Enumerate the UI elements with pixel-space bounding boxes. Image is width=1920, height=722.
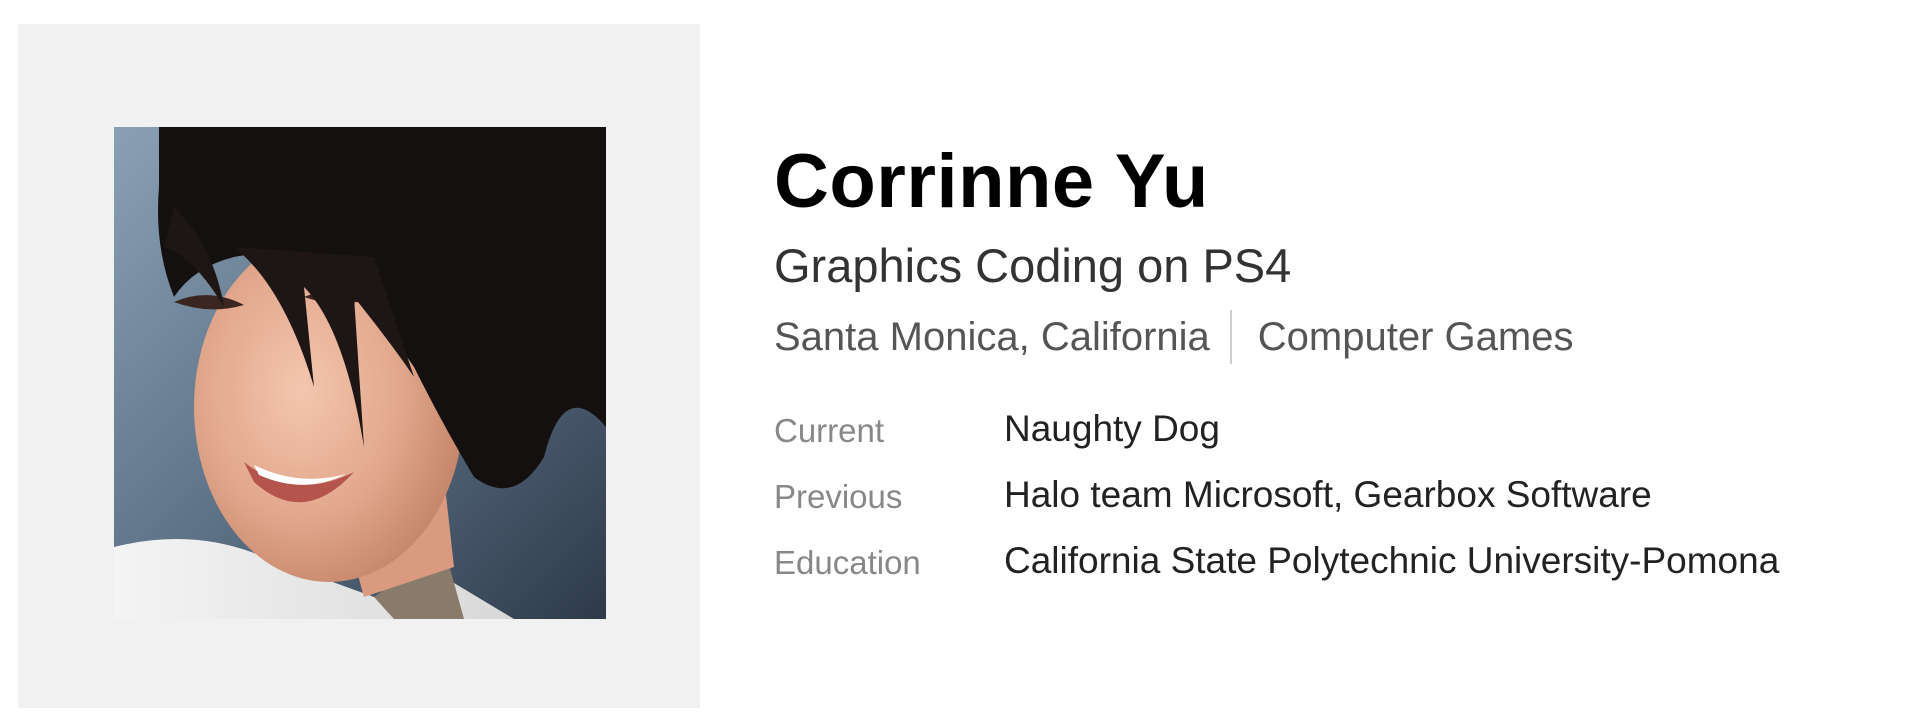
detail-label: Current [774, 412, 885, 449]
detail-label: Previous [774, 478, 903, 515]
profile-meta: Santa Monica, California Computer Games [774, 310, 1573, 364]
portrait-image [114, 127, 606, 619]
industry-link[interactable]: Computer Games [1258, 315, 1574, 360]
profile-headline: Graphics Coding on PS4 [774, 239, 1292, 292]
location-link[interactable]: Santa Monica, California [774, 315, 1210, 360]
profile-photo-panel [18, 24, 700, 708]
profile-name: Corrinne Yu [774, 139, 1209, 224]
detail-value-current[interactable]: Naughty Dog [1004, 408, 1220, 450]
profile-photo[interactable] [114, 127, 606, 619]
detail-value-previous[interactable]: Halo team Microsoft, Gearbox Software [1004, 474, 1652, 516]
detail-label: Education [774, 544, 921, 581]
detail-value-education[interactable]: California State Polytechnic University-… [1004, 540, 1779, 582]
meta-separator [1229, 310, 1232, 364]
